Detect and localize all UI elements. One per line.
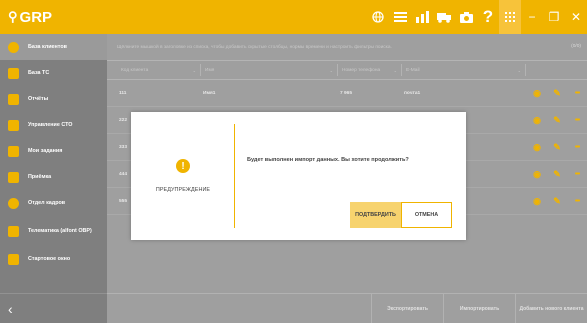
warning-dialog: ! ПРЕДУПРЕЖДЕНИЕ Будет выполнен импорт д… (131, 112, 466, 240)
dialog-title: ПРЕДУПРЕЖДЕНИЕ (155, 187, 211, 193)
cancel-button[interactable]: ОТМЕНА (401, 202, 452, 228)
confirm-button[interactable]: ПОДТВЕРДИТЬ (350, 202, 401, 228)
modal-overlay: ! ПРЕДУПРЕЖДЕНИЕ Будет выполнен импорт д… (0, 0, 587, 323)
dialog-header: ! ПРЕДУПРЕЖДЕНИЕ (131, 112, 235, 240)
dialog-message: Будет выполнен импорт данных. Вы хотите … (247, 157, 409, 163)
warning-icon: ! (176, 159, 190, 173)
dialog-divider (234, 124, 235, 228)
